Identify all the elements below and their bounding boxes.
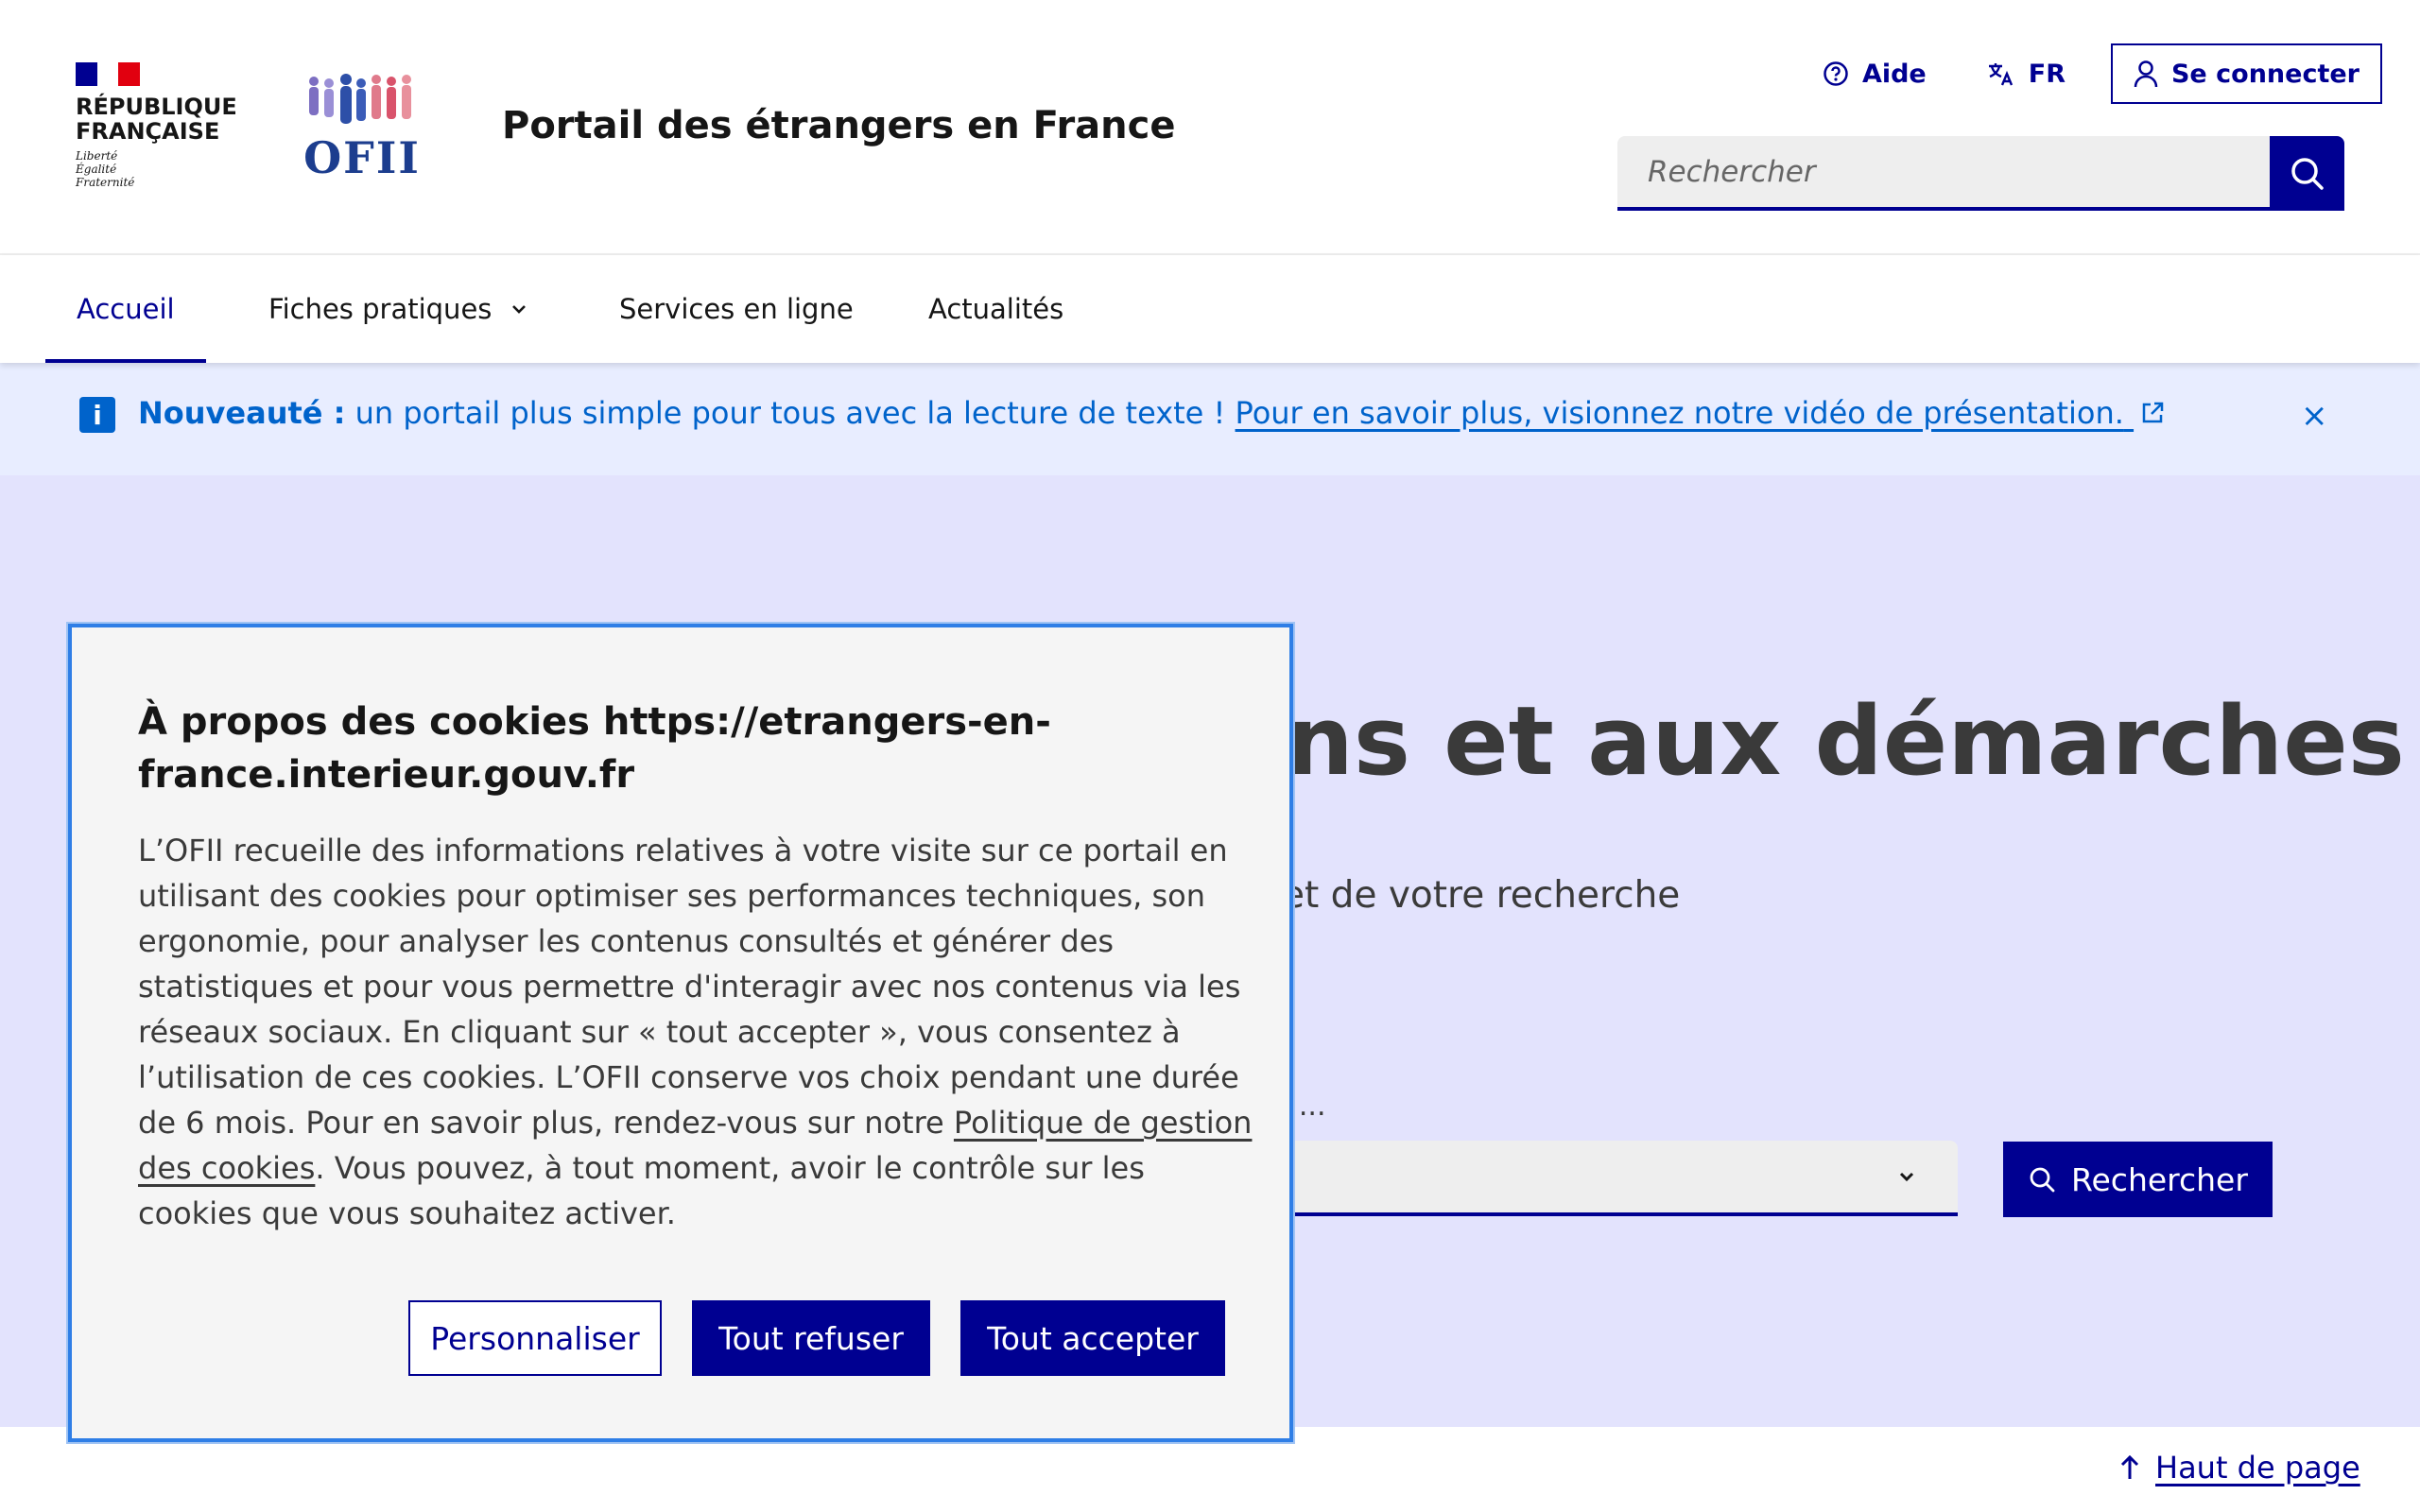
- notice-video-link[interactable]: Pour en savoir plus, visionnez notre vid…: [1236, 395, 2167, 431]
- language-selector[interactable]: FR: [1987, 60, 2066, 89]
- ofii-people-icon: [309, 74, 411, 124]
- nav-item-label: Fiches pratiques: [268, 293, 493, 325]
- notice-title: Nouveauté :: [138, 395, 346, 431]
- hero-subtitle: et de votre recherche: [1282, 874, 1681, 917]
- cookie-dialog-body: L’OFII recueille des informations relati…: [138, 828, 1253, 1236]
- nav-item-fiches-pratiques[interactable]: Fiches pratiques: [268, 255, 527, 363]
- header-search: Rechercher: [1617, 136, 2344, 211]
- help-link-label: Aide: [1861, 59, 1927, 89]
- notice-video-link-label: Pour en savoir plus, visionnez notre vid…: [1235, 395, 2124, 431]
- marianne-flag-logo: [76, 62, 141, 86]
- info-notice: i Nouveauté : un portail plus simple pou…: [0, 363, 2420, 475]
- notice-message: Nouveauté : un portail plus simple pour …: [138, 395, 2166, 431]
- cookie-consent-dialog: À propos des cookies https://etrangers-e…: [68, 624, 1293, 1442]
- site-title[interactable]: Portail des étrangers en France: [502, 104, 1175, 147]
- help-link[interactable]: Aide: [1823, 60, 1927, 89]
- ofii-wordmark: OFII: [303, 132, 421, 183]
- back-to-top-link[interactable]: Haut de page: [2118, 1450, 2360, 1486]
- translate-icon: [1988, 63, 2013, 86]
- login-button-label: Se connecter: [2170, 59, 2360, 89]
- refuse-all-cookies-button[interactable]: Tout refuser: [692, 1300, 930, 1376]
- ofii-logo[interactable]: OFII: [301, 74, 424, 187]
- user-icon: [2134, 60, 2158, 88]
- republique-francaise-logo-text: RÉPUBLIQUE FRANÇAISE: [76, 94, 237, 145]
- hero-search-button[interactable]: Rechercher: [2003, 1142, 2273, 1217]
- cookie-body-text: L’OFII recueille des informations relati…: [138, 833, 1241, 1141]
- nav-item-actualites[interactable]: Actualités: [928, 255, 1063, 363]
- external-link-icon: [2142, 402, 2164, 423]
- nav-item-services-en-ligne[interactable]: Services en ligne: [619, 255, 854, 363]
- cookie-dialog-title: À propos des cookies https://etrangers-e…: [138, 700, 1051, 797]
- header-quick-links: Aide FR Se connecter: [1762, 43, 2382, 104]
- nav-item-label: Accueil: [77, 293, 175, 325]
- chevron-down-icon: [512, 305, 527, 314]
- hero-title: ns et aux démarches: [1286, 685, 2405, 797]
- cookie-dialog-actions: Personnaliser Tout refuser Tout accepter: [378, 1300, 1225, 1376]
- customize-cookies-button[interactable]: Personnaliser: [408, 1300, 662, 1376]
- back-to-top-label: Haut de page: [2155, 1450, 2360, 1486]
- search-icon: [2030, 1167, 2055, 1193]
- info-icon: i: [79, 397, 115, 433]
- search-icon: [2290, 157, 2324, 190]
- nav-item-accueil[interactable]: Accueil: [45, 255, 205, 363]
- republique-devise: Liberté Égalité Fraternité: [76, 149, 135, 189]
- site-header: RÉPUBLIQUE FRANÇAISE Liberté Égalité Fra…: [0, 0, 2420, 255]
- notice-body: un portail plus simple pour tous avec la…: [345, 395, 1236, 431]
- nav-item-label: Services en ligne: [619, 293, 854, 325]
- hero-search-button-label: Rechercher: [2071, 1160, 2248, 1198]
- chevron-down-icon: [1899, 1172, 1914, 1182]
- question-circle-icon: [1824, 61, 1848, 86]
- login-button[interactable]: Se connecter: [2110, 43, 2382, 104]
- language-label: FR: [2028, 59, 2066, 89]
- close-icon[interactable]: ×: [2301, 397, 2328, 435]
- hero-topic-select[interactable]: [1257, 1141, 1958, 1216]
- header-search-button[interactable]: [2270, 136, 2344, 211]
- arrow-up-icon: [2120, 1454, 2139, 1479]
- nav-item-label: Actualités: [928, 293, 1064, 325]
- accept-all-cookies-button[interactable]: Tout accepter: [960, 1300, 1225, 1376]
- main-navigation: Accueil Fiches pratiques Services en lig…: [0, 255, 2420, 363]
- header-search-input[interactable]: Rechercher: [1617, 136, 2270, 211]
